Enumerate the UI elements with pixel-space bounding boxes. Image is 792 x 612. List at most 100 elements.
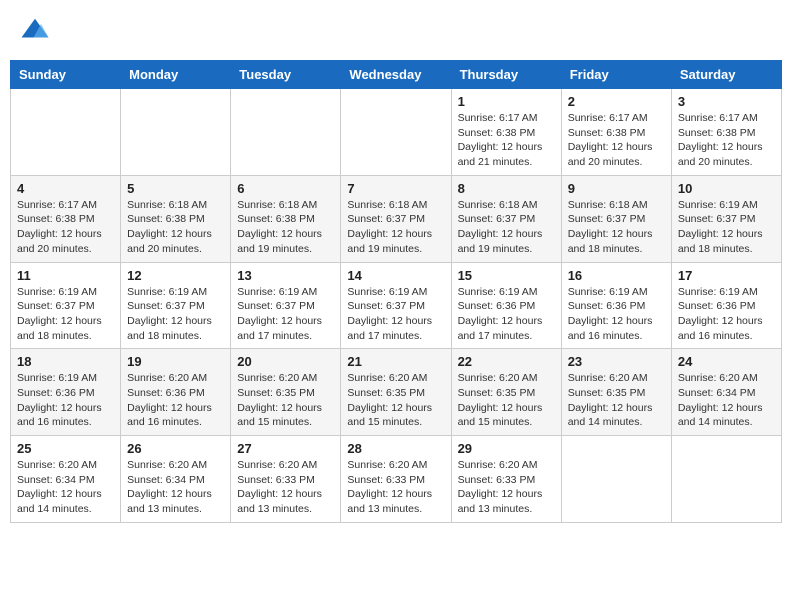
day-number: 5	[127, 181, 224, 196]
calendar-week-2: 4 Sunrise: 6:17 AMSunset: 6:38 PMDaylight…	[11, 175, 782, 262]
day-number: 11	[17, 268, 114, 283]
calendar-cell: 3 Sunrise: 6:17 AMSunset: 6:38 PMDaylight…	[671, 89, 781, 176]
calendar-cell: 4 Sunrise: 6:17 AMSunset: 6:38 PMDaylight…	[11, 175, 121, 262]
day-number: 17	[678, 268, 775, 283]
day-info: Sunrise: 6:18 AMSunset: 6:38 PMDaylight:…	[127, 198, 224, 257]
calendar-header-row: SundayMondayTuesdayWednesdayThursdayFrid…	[11, 61, 782, 89]
header	[10, 10, 782, 50]
calendar-week-5: 25 Sunrise: 6:20 AMSunset: 6:34 PMDayligh…	[11, 436, 782, 523]
calendar-header-saturday: Saturday	[671, 61, 781, 89]
calendar-cell	[561, 436, 671, 523]
day-info: Sunrise: 6:19 AMSunset: 6:37 PMDaylight:…	[237, 285, 334, 344]
day-number: 15	[458, 268, 555, 283]
day-number: 21	[347, 354, 444, 369]
calendar-cell	[671, 436, 781, 523]
day-number: 3	[678, 94, 775, 109]
day-info: Sunrise: 6:19 AMSunset: 6:37 PMDaylight:…	[17, 285, 114, 344]
calendar-cell: 1 Sunrise: 6:17 AMSunset: 6:38 PMDaylight…	[451, 89, 561, 176]
day-number: 7	[347, 181, 444, 196]
day-info: Sunrise: 6:19 AMSunset: 6:36 PMDaylight:…	[568, 285, 665, 344]
calendar-cell: 16 Sunrise: 6:19 AMSunset: 6:36 PMDayligh…	[561, 262, 671, 349]
calendar-cell: 22 Sunrise: 6:20 AMSunset: 6:35 PMDayligh…	[451, 349, 561, 436]
day-number: 22	[458, 354, 555, 369]
day-number: 26	[127, 441, 224, 456]
calendar-cell: 5 Sunrise: 6:18 AMSunset: 6:38 PMDaylight…	[121, 175, 231, 262]
calendar-cell	[231, 89, 341, 176]
day-info: Sunrise: 6:19 AMSunset: 6:37 PMDaylight:…	[678, 198, 775, 257]
calendar-cell: 10Sunrise: 6:19 AMSunset: 6:37 PMDayligh…	[671, 175, 781, 262]
calendar-cell: 18 Sunrise: 6:19 AMSunset: 6:36 PMDayligh…	[11, 349, 121, 436]
calendar-cell: 25 Sunrise: 6:20 AMSunset: 6:34 PMDayligh…	[11, 436, 121, 523]
calendar-cell: 24Sunrise: 6:20 AMSunset: 6:34 PMDayligh…	[671, 349, 781, 436]
logo-icon	[20, 15, 50, 45]
day-info: Sunrise: 6:20 AMSunset: 6:35 PMDaylight:…	[237, 371, 334, 430]
day-number: 14	[347, 268, 444, 283]
calendar-week-1: 1 Sunrise: 6:17 AMSunset: 6:38 PMDaylight…	[11, 89, 782, 176]
calendar-cell: 28 Sunrise: 6:20 AMSunset: 6:33 PMDayligh…	[341, 436, 451, 523]
day-number: 28	[347, 441, 444, 456]
day-info: Sunrise: 6:19 AMSunset: 6:36 PMDaylight:…	[458, 285, 555, 344]
day-number: 4	[17, 181, 114, 196]
day-info: Sunrise: 6:20 AMSunset: 6:34 PMDaylight:…	[678, 371, 775, 430]
day-info: Sunrise: 6:18 AMSunset: 6:37 PMDaylight:…	[458, 198, 555, 257]
calendar-header-monday: Monday	[121, 61, 231, 89]
day-info: Sunrise: 6:20 AMSunset: 6:33 PMDaylight:…	[347, 458, 444, 517]
day-info: Sunrise: 6:20 AMSunset: 6:35 PMDaylight:…	[347, 371, 444, 430]
calendar-cell: 19 Sunrise: 6:20 AMSunset: 6:36 PMDayligh…	[121, 349, 231, 436]
day-info: Sunrise: 6:17 AMSunset: 6:38 PMDaylight:…	[458, 111, 555, 170]
day-number: 20	[237, 354, 334, 369]
day-info: Sunrise: 6:20 AMSunset: 6:34 PMDaylight:…	[127, 458, 224, 517]
day-info: Sunrise: 6:17 AMSunset: 6:38 PMDaylight:…	[17, 198, 114, 257]
day-info: Sunrise: 6:19 AMSunset: 6:36 PMDaylight:…	[17, 371, 114, 430]
day-number: 16	[568, 268, 665, 283]
day-info: Sunrise: 6:17 AMSunset: 6:38 PMDaylight:…	[678, 111, 775, 170]
calendar-header-thursday: Thursday	[451, 61, 561, 89]
day-info: Sunrise: 6:19 AMSunset: 6:36 PMDaylight:…	[678, 285, 775, 344]
day-info: Sunrise: 6:20 AMSunset: 6:35 PMDaylight:…	[458, 371, 555, 430]
day-info: Sunrise: 6:20 AMSunset: 6:33 PMDaylight:…	[237, 458, 334, 517]
calendar-cell: 6Sunrise: 6:18 AMSunset: 6:38 PMDaylight…	[231, 175, 341, 262]
day-number: 18	[17, 354, 114, 369]
calendar-cell: 27 Sunrise: 6:20 AMSunset: 6:33 PMDayligh…	[231, 436, 341, 523]
calendar-cell: 23 Sunrise: 6:20 AMSunset: 6:35 PMDayligh…	[561, 349, 671, 436]
day-info: Sunrise: 6:19 AMSunset: 6:37 PMDaylight:…	[127, 285, 224, 344]
calendar-cell: 8 Sunrise: 6:18 AMSunset: 6:37 PMDaylight…	[451, 175, 561, 262]
day-number: 2	[568, 94, 665, 109]
calendar-cell: 12 Sunrise: 6:19 AMSunset: 6:37 PMDayligh…	[121, 262, 231, 349]
day-info: Sunrise: 6:18 AMSunset: 6:37 PMDaylight:…	[347, 198, 444, 257]
calendar-cell: 26 Sunrise: 6:20 AMSunset: 6:34 PMDayligh…	[121, 436, 231, 523]
calendar-cell	[341, 89, 451, 176]
calendar-cell	[11, 89, 121, 176]
calendar-header-friday: Friday	[561, 61, 671, 89]
calendar-header-wednesday: Wednesday	[341, 61, 451, 89]
day-info: Sunrise: 6:18 AMSunset: 6:37 PMDaylight:…	[568, 198, 665, 257]
day-number: 27	[237, 441, 334, 456]
calendar-cell: 2 Sunrise: 6:17 AMSunset: 6:38 PMDaylight…	[561, 89, 671, 176]
day-number: 19	[127, 354, 224, 369]
calendar-cell: 9 Sunrise: 6:18 AMSunset: 6:37 PMDaylight…	[561, 175, 671, 262]
day-number: 8	[458, 181, 555, 196]
day-info: Sunrise: 6:20 AMSunset: 6:33 PMDaylight:…	[458, 458, 555, 517]
logo	[20, 15, 54, 45]
day-info: Sunrise: 6:17 AMSunset: 6:38 PMDaylight:…	[568, 111, 665, 170]
day-number: 29	[458, 441, 555, 456]
calendar-cell	[121, 89, 231, 176]
day-info: Sunrise: 6:18 AMSunset: 6:38 PMDaylight:…	[237, 198, 334, 257]
day-info: Sunrise: 6:20 AMSunset: 6:35 PMDaylight:…	[568, 371, 665, 430]
day-number: 23	[568, 354, 665, 369]
calendar-header-sunday: Sunday	[11, 61, 121, 89]
day-number: 9	[568, 181, 665, 196]
day-info: Sunrise: 6:20 AMSunset: 6:36 PMDaylight:…	[127, 371, 224, 430]
calendar-cell: 14 Sunrise: 6:19 AMSunset: 6:37 PMDayligh…	[341, 262, 451, 349]
calendar-cell: 15 Sunrise: 6:19 AMSunset: 6:36 PMDayligh…	[451, 262, 561, 349]
day-info: Sunrise: 6:20 AMSunset: 6:34 PMDaylight:…	[17, 458, 114, 517]
day-number: 25	[17, 441, 114, 456]
calendar-cell: 7 Sunrise: 6:18 AMSunset: 6:37 PMDaylight…	[341, 175, 451, 262]
day-number: 13	[237, 268, 334, 283]
calendar-week-3: 11 Sunrise: 6:19 AMSunset: 6:37 PMDayligh…	[11, 262, 782, 349]
day-number: 12	[127, 268, 224, 283]
day-number: 1	[458, 94, 555, 109]
calendar-week-4: 18 Sunrise: 6:19 AMSunset: 6:36 PMDayligh…	[11, 349, 782, 436]
calendar-header-tuesday: Tuesday	[231, 61, 341, 89]
day-info: Sunrise: 6:19 AMSunset: 6:37 PMDaylight:…	[347, 285, 444, 344]
